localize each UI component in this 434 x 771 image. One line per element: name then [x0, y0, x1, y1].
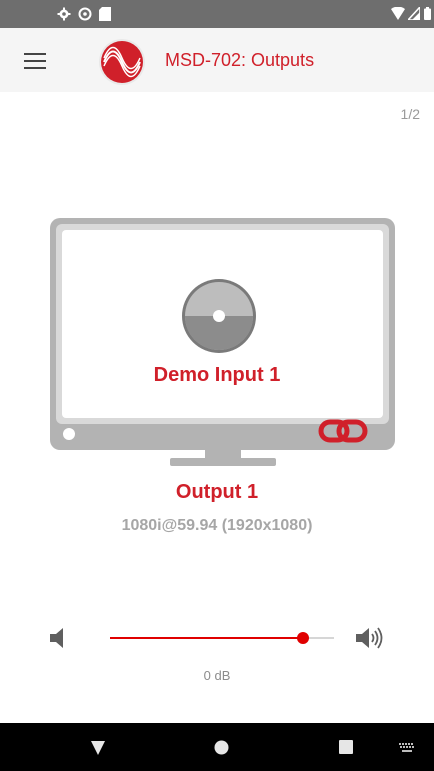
sd-card-icon	[99, 7, 111, 21]
page-indicator: 1/2	[400, 106, 420, 122]
app-title: MSD-702: Outputs	[165, 50, 315, 70]
menu-icon-line	[24, 67, 46, 69]
volume-down-icon[interactable]	[48, 626, 70, 650]
disc-icon	[182, 279, 256, 353]
wifi-icon	[391, 7, 405, 20]
home-icon[interactable]	[214, 740, 229, 755]
power-led-icon	[63, 428, 75, 440]
volume-slider-thumb[interactable]	[296, 632, 309, 644]
volume-up-icon[interactable]	[354, 626, 384, 650]
status-bar	[0, 0, 434, 28]
input-name: Demo Input 1	[153, 364, 281, 386]
volume-slider-fill	[110, 637, 303, 639]
brand-logo-icon	[99, 39, 145, 85]
cell-signal-icon	[408, 7, 420, 20]
menu-icon-line	[24, 60, 46, 62]
keyboard-icon[interactable]	[399, 743, 415, 753]
nav-bar	[0, 723, 434, 771]
back-icon[interactable]	[90, 740, 106, 756]
screen: MSD-702: Outputs 1/2 Demo Input 1 Output…	[0, 0, 434, 771]
volume-slider[interactable]	[110, 628, 334, 648]
link-icon[interactable]	[318, 418, 368, 444]
app-bar: MSD-702: Outputs	[0, 28, 434, 92]
menu-icon-line	[24, 53, 46, 55]
monitor-stand-base	[170, 458, 276, 466]
volume-value: 0 dB	[203, 668, 231, 683]
settings-icon	[57, 7, 71, 21]
battery-icon	[424, 7, 431, 20]
do-not-disturb-icon	[78, 7, 92, 21]
output-resolution: 1080i@59.94 (1920x1080)	[121, 517, 313, 534]
recents-icon[interactable]	[339, 740, 353, 754]
menu-button[interactable]	[18, 48, 52, 74]
output-name: Output 1	[175, 481, 259, 503]
